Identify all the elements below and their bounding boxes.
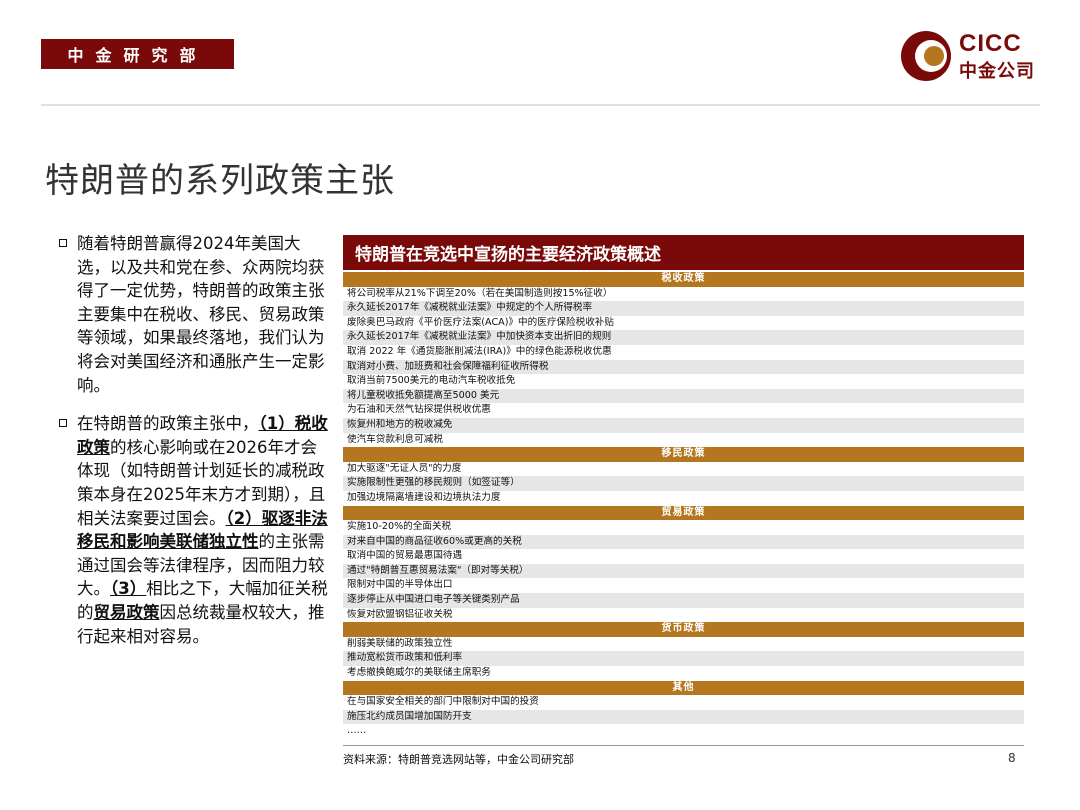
table-row: 限制对中国的半导体出口 <box>343 578 1024 594</box>
table-bottom-rule <box>343 745 1024 746</box>
table-row: 永久延长2017年《减税就业法案》中规定的个人所得税率 <box>343 301 1024 316</box>
bullet-square-icon <box>59 419 67 428</box>
header-divider <box>41 104 1040 106</box>
page-title: 特朗普的系列政策主张 <box>45 161 395 201</box>
table-row: 通过"特朗普互惠贸易法案"（即对等关税） <box>343 563 1024 579</box>
table-row: 永久延长2017年《减税就业法案》中加快资本支出折旧的规则 <box>343 330 1024 345</box>
cicc-logo: CICC 中金公司 <box>900 28 1050 84</box>
table-section-header: 货币政策 <box>343 622 1024 637</box>
table-row: 在与国家安全相关的部门中限制对中国的投资 <box>343 695 1024 710</box>
table-row: 对来自中国的商品征收60%或更高的关税 <box>343 534 1024 550</box>
table-row: 实施10-20%的全面关税 <box>343 520 1024 535</box>
table-row: 将儿童税收抵免额提高至5000 美元 <box>343 388 1024 404</box>
table-row: 取消对小费、加班费和社会保障福利征收所得税 <box>343 359 1024 375</box>
bullet-text: 随着特朗普赢得2024年美国大选，以及共和党在参、众两院均获得了一定优势，特朗普… <box>77 234 325 395</box>
table-row: 推动宽松货币政策和低利率 <box>343 651 1024 667</box>
bullet-item: 随着特朗普赢得2024年美国大选，以及共和党在参、众两院均获得了一定优势，特朗普… <box>57 232 332 397</box>
table-section-header: 税收政策 <box>343 272 1024 287</box>
table-row: 使汽车贷款利息可减税 <box>343 432 1024 448</box>
table-section-header: 移民政策 <box>343 447 1024 462</box>
table-row: 将公司税率从21%下调至20%（若在美国制造则按15%征收） <box>343 286 1024 302</box>
table-row: 恢复对欧盟钢铝征收关税 <box>343 607 1024 623</box>
table-row: 取消中国的贸易最惠国待遇 <box>343 549 1024 564</box>
table-row: 削弱美联储的政策独立性 <box>343 636 1024 652</box>
table-section-header: 其他 <box>343 680 1024 696</box>
table-row: 取消 2022 年《通货膨胀削减法(IRA)》中的绿色能源税收优惠 <box>343 344 1024 360</box>
policy-table: 特朗普在竞选中宣扬的主要经济政策概述 税收政策 将公司税率从21%下调至20%（若… <box>343 235 1024 746</box>
page-number: 8 <box>1008 751 1016 765</box>
table-row: 为石油和天然气钻探提供税收优惠 <box>343 403 1024 418</box>
department-tag: 中金研究部 <box>41 39 234 69</box>
table-row: 恢复州和地方的税收减免 <box>343 417 1024 433</box>
source-note: 资料来源：特朗普竞选网站等，中金公司研究部 <box>343 753 574 766</box>
cicc-logo-icon <box>901 31 951 81</box>
bullet-item: 在特朗普的政策主张中，（1）税收政策的核心影响或在2026年才会体现（如特朗普计… <box>57 412 332 648</box>
table-row: …… <box>343 724 1024 739</box>
table-section-header: 贸易政策 <box>343 505 1024 521</box>
table-row: 加大驱逐"无证人员"的力度 <box>343 461 1024 477</box>
logo-text-en: CICC <box>959 30 1022 57</box>
table-row: 取消当前7500美元的电动汽车税收抵免 <box>343 374 1024 389</box>
table-row: 考虑撤换鲍威尔的美联储主席职务 <box>343 666 1024 681</box>
table-body: 税收政策 将公司税率从21%下调至20%（若在美国制造则按15%征收） 永久延长20… <box>343 272 1024 739</box>
table-row: 实施限制性更强的移民规则（如签证等） <box>343 476 1024 491</box>
emphasis-text: （3） <box>110 579 147 599</box>
table-row: 逐步停止从中国进口电子等关键类别产品 <box>343 593 1024 608</box>
bullet-square-icon <box>59 239 67 247</box>
emphasis-text: 贸易政策 <box>93 602 160 622</box>
table-row: 废除奥巴马政府《平价医疗法案(ACA)》中的医疗保险税收补贴 <box>343 315 1024 331</box>
table-row: 施压北约成员国增加国防开支 <box>343 709 1024 725</box>
bullet-text: 在特朗普的政策主张中， <box>77 414 259 434</box>
table-title: 特朗普在竞选中宣扬的主要经济政策概述 <box>343 235 1024 272</box>
logo-text-cn: 中金公司 <box>959 61 1035 82</box>
table-row: 加强边境隔离墙建设和边境执法力度 <box>343 490 1024 506</box>
bullet-list: 随着特朗普赢得2024年美国大选，以及共和党在参、众两院均获得了一定优势，特朗普… <box>57 232 332 648</box>
